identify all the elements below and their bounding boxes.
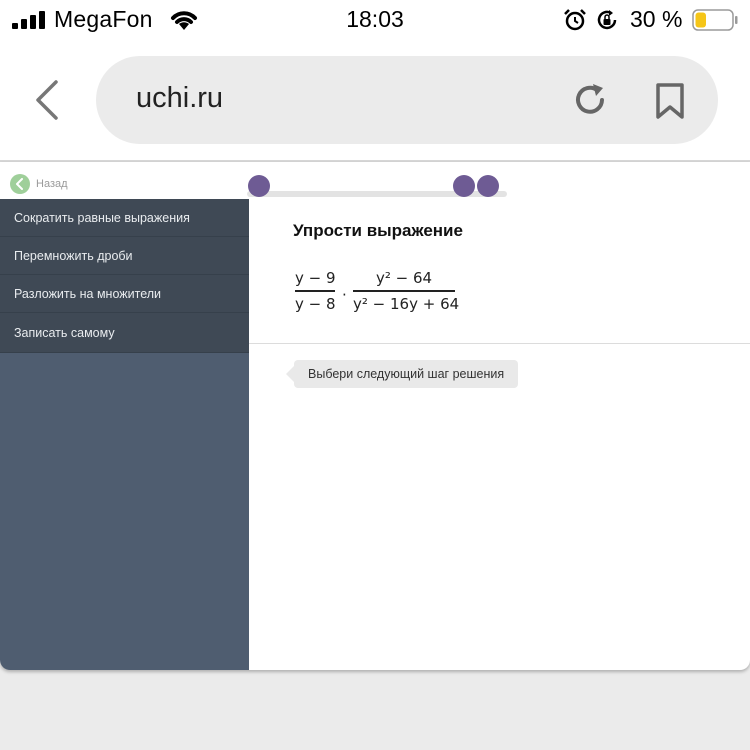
- bookmark-icon[interactable]: [654, 82, 686, 120]
- step-option-write-yourself[interactable]: Записать самому: [0, 313, 249, 353]
- status-bar: MegaFon 18:03 30 %: [0, 0, 750, 40]
- step-option-multiply-fractions[interactable]: Перемножить дроби: [0, 237, 249, 275]
- step-option-cancel-equal[interactable]: Сократить равные выражения: [0, 199, 249, 237]
- math-expression: y − 9 y − 8 · y² − 64 y² − 16y + 64: [295, 264, 465, 324]
- fraction-right-numerator: y² − 64: [375, 269, 433, 287]
- back-arrow-icon: [10, 174, 30, 194]
- chevron-left-icon[interactable]: [28, 76, 64, 124]
- back-link[interactable]: Назад: [10, 174, 68, 194]
- battery-icon: [692, 9, 738, 31]
- fraction-left-denominator: y − 8: [295, 294, 336, 313]
- web-page: Назад Сократить равные выражения Перемно…: [0, 162, 750, 670]
- fraction-left: y − 9 y − 8: [295, 268, 336, 314]
- solution-steps-sidebar: Сократить равные выражения Перемножить д…: [0, 199, 249, 670]
- progress-step-dot: [453, 175, 475, 197]
- task-title: Упрости выражение: [293, 221, 463, 240]
- address-bar[interactable]: uchi.ru: [96, 56, 718, 144]
- hint-tooltip: Выбери следующий шаг решения: [285, 360, 519, 388]
- multiply-operator: ·: [342, 286, 347, 304]
- fraction-bar: [353, 290, 455, 292]
- step-menu: Сократить равные выражения Перемножить д…: [0, 199, 249, 353]
- fraction-bar: [295, 290, 335, 292]
- url-text[interactable]: uchi.ru: [136, 82, 223, 115]
- battery-percent: 30 %: [630, 6, 683, 32]
- progress-step-dot: [248, 175, 270, 197]
- alarm-icon: [564, 9, 586, 31]
- fraction-left-numerator: y − 9: [295, 269, 336, 287]
- progress-step-dot: [477, 175, 499, 197]
- browser-toolbar: uchi.ru: [0, 40, 750, 160]
- fraction-right-denominator: y² − 16y + 64: [353, 294, 460, 313]
- back-label: Назад: [36, 178, 68, 190]
- fraction-right: y² − 64 y² − 16y + 64: [353, 268, 460, 314]
- reload-icon[interactable]: [572, 82, 608, 118]
- rotation-lock-icon: [597, 10, 617, 30]
- step-option-factorize[interactable]: Разложить на множители: [0, 275, 249, 313]
- task-divider: [249, 343, 750, 344]
